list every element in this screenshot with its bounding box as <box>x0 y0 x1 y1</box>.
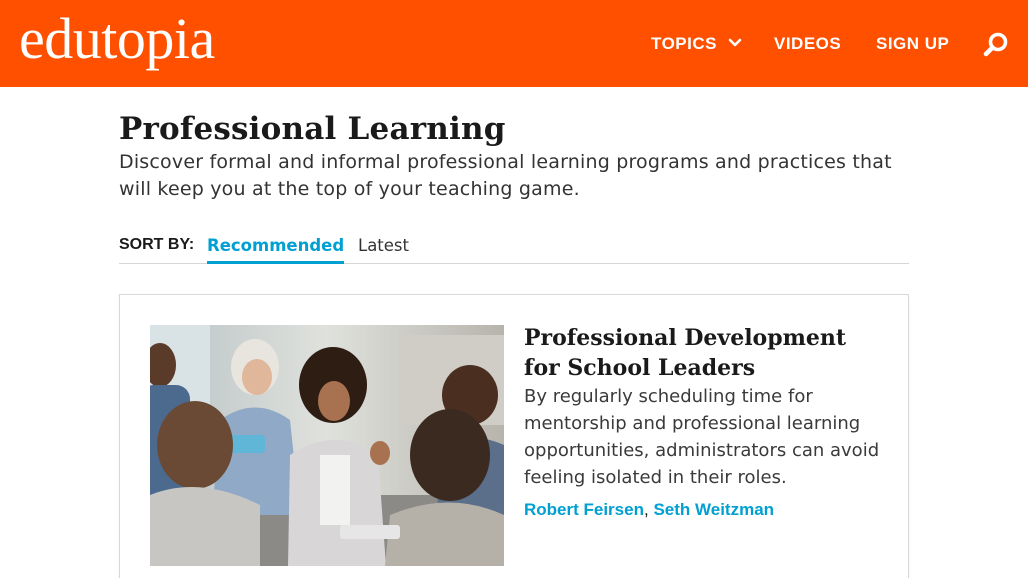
article-authors: Robert Feirsen, Seth Weitzman <box>524 500 774 520</box>
article-summary: By regularly scheduling time for mentors… <box>524 386 880 488</box>
sort-tab-recommended[interactable]: Recommended <box>207 236 345 264</box>
sort-tab-latest[interactable]: Latest <box>358 236 409 261</box>
nav-topics[interactable]: TOPICS <box>651 33 742 55</box>
nav-topics-label: TOPICS <box>651 34 717 53</box>
edutopia-logo[interactable]: edutopia <box>19 10 215 68</box>
article-card: Professional Development for School Lead… <box>119 294 909 578</box>
chevron-down-icon <box>728 38 742 47</box>
author-link[interactable]: Robert Feirsen <box>524 500 644 519</box>
page-description: Discover formal and informal professiona… <box>119 151 892 200</box>
article-thumbnail[interactable] <box>150 325 504 566</box>
author-link[interactable]: Seth Weitzman <box>653 500 774 519</box>
article-title[interactable]: Professional Development for School Lead… <box>524 323 884 383</box>
sort-label: SORT BY: <box>119 236 195 253</box>
nav-sign-up[interactable]: SIGN UP <box>876 33 949 55</box>
sort-bar: SORT BY: Recommended Latest <box>119 233 909 264</box>
site-header: edutopia TOPICS VIDEOS SIGN UP <box>0 0 1028 87</box>
page-title: Professional Learning <box>119 111 506 147</box>
article-photo <box>150 325 504 566</box>
search-icon[interactable] <box>982 31 1010 59</box>
nav-videos[interactable]: VIDEOS <box>774 33 841 55</box>
author-separator: , <box>643 500 649 519</box>
